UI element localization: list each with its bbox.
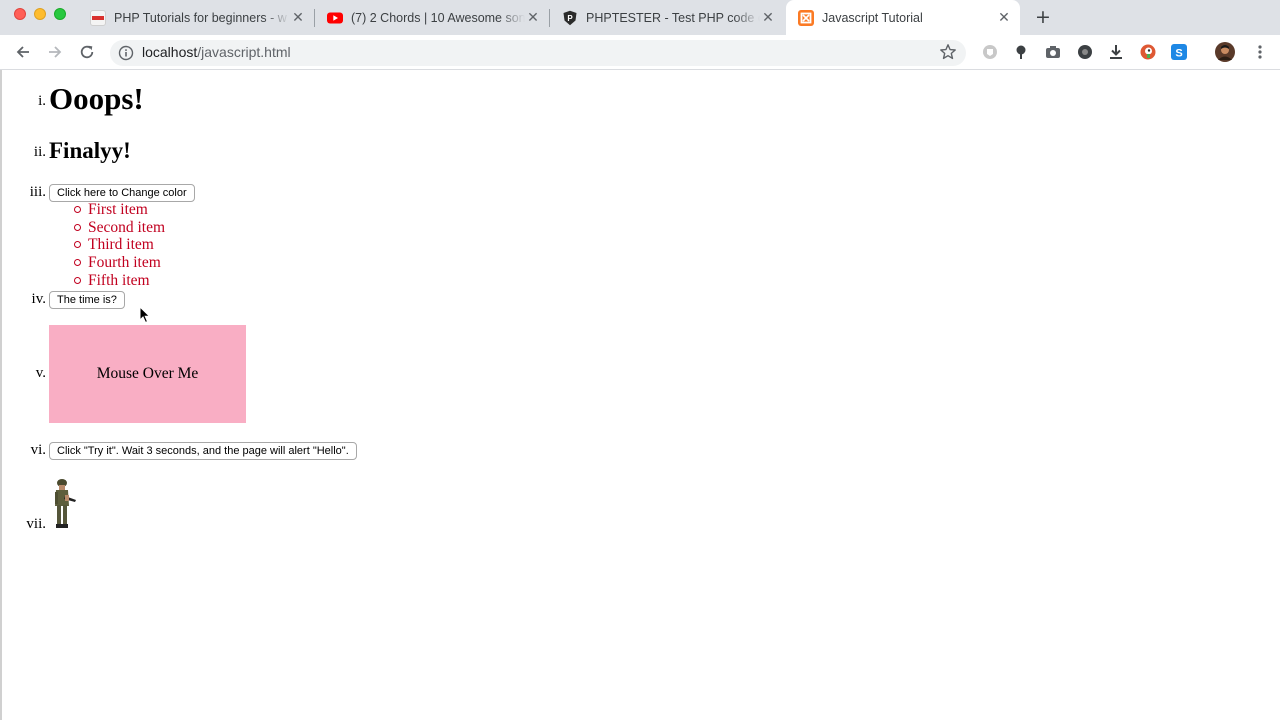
tab-title: PHP Tutorials for beginners - w (114, 10, 287, 25)
heading-finalyy: Finalyy! (49, 138, 131, 163)
skype-icon[interactable]: S (1171, 44, 1187, 60)
extension-shield-icon[interactable] (982, 44, 998, 60)
site-favicon-icon (90, 9, 106, 26)
extension-circle-icon[interactable] (1077, 44, 1093, 60)
tab-close-icon[interactable]: ✕ (996, 9, 1012, 26)
reload-button[interactable] (76, 41, 98, 63)
tab-close-icon[interactable]: ✕ (525, 9, 541, 26)
back-button[interactable] (12, 41, 34, 63)
mouse-over-text: Mouse Over Me (96, 365, 199, 382)
try-it-button[interactable]: Click "Try it". Wait 3 seconds, and the … (49, 442, 357, 460)
list-item: First item (70, 201, 165, 219)
tab-2-chords[interactable]: (7) 2 Chords | 10 Awesome son ✕ (315, 0, 549, 35)
tab-close-icon[interactable]: ✕ (290, 9, 306, 26)
forward-button[interactable] (44, 41, 66, 63)
reload-icon (80, 45, 94, 59)
list-item: Fourth item (70, 254, 165, 272)
download-icon[interactable] (1108, 44, 1124, 60)
address-url[interactable]: localhost/javascript.html (142, 44, 291, 60)
tab-phptester[interactable]: P PHPTESTER - Test PHP code o ✕ (550, 0, 784, 35)
time-button[interactable]: The time is? (49, 291, 125, 309)
list-marker: vii. (26, 516, 46, 532)
list-marker: vi. (30, 442, 46, 458)
youtube-icon (327, 10, 343, 26)
url-host: localhost (142, 44, 198, 60)
camera-icon[interactable] (1045, 44, 1061, 60)
list-marker: iv. (31, 291, 46, 307)
tab-close-icon[interactable]: ✕ (760, 9, 776, 26)
maximize-window-button[interactable] (54, 8, 66, 20)
duckduckgo-icon[interactable] (1140, 44, 1156, 60)
tab-title: (7) 2 Chords | 10 Awesome son (351, 10, 525, 25)
item-list: First item Second item Third item Fourth… (70, 201, 165, 289)
extension-pin-icon[interactable] (1013, 44, 1029, 60)
arrow-right-icon (49, 46, 62, 58)
close-window-button[interactable] (14, 8, 26, 20)
menu-kebab-icon[interactable] (1252, 44, 1268, 60)
avatar[interactable] (1215, 42, 1235, 62)
phptester-shield-icon: P (562, 10, 578, 26)
svg-text:P: P (567, 14, 573, 23)
tab-title: Javascript Tutorial (822, 10, 923, 25)
tab-javascript-tutorial[interactable]: Javascript Tutorial ✕ (786, 0, 1020, 35)
xampp-icon (798, 9, 814, 26)
change-color-button[interactable]: Click here to Change color (49, 184, 195, 202)
list-marker: ii. (33, 144, 46, 160)
list-marker: iii. (29, 184, 46, 200)
list-item: Fifth item (70, 272, 165, 290)
tab-title: PHPTESTER - Test PHP code o (586, 10, 760, 25)
new-tab-button[interactable]: + (1034, 6, 1052, 28)
list-item: Third item (70, 236, 165, 254)
page-content: i. Ooops! ii. Finalyy! iii. Click here t… (0, 70, 1280, 720)
list-marker: i. (38, 93, 46, 109)
svg-text:S: S (1175, 48, 1182, 60)
mouse-over-box[interactable]: Mouse Over Me (49, 325, 246, 423)
info-icon[interactable] (118, 45, 134, 61)
tab-strip: PHP Tutorials for beginners - w ✕ (7) 2 … (0, 0, 1280, 35)
list-marker: v. (35, 365, 46, 381)
minimize-window-button[interactable] (34, 8, 46, 20)
bookmark-star-icon[interactable] (939, 43, 957, 61)
heading-ooops: Ooops! (49, 81, 144, 116)
mouse-cursor-icon (139, 306, 151, 324)
arrow-left-icon (16, 46, 29, 58)
list-item: Second item (70, 219, 165, 237)
soldier-image (55, 479, 76, 528)
tab-php-tutorials[interactable]: PHP Tutorials for beginners - w ✕ (78, 0, 314, 35)
url-path: /javascript.html (197, 44, 291, 60)
